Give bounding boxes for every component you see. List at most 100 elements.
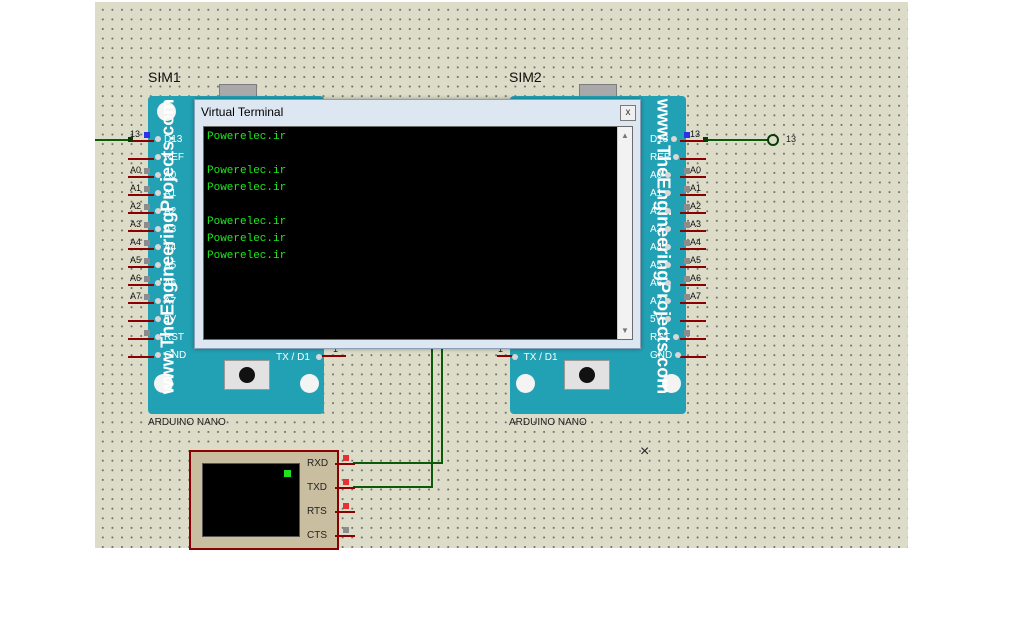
pin-ref: REF	[155, 151, 184, 165]
pin-dot[interactable]	[673, 154, 679, 161]
wire-rxd[interactable]	[353, 462, 443, 464]
pin-dot[interactable]	[675, 352, 682, 359]
pin-state-marker	[343, 503, 349, 509]
pin-lead[interactable]	[680, 158, 706, 160]
tx-pin-lead[interactable]	[322, 355, 346, 357]
scroll-up-icon[interactable]: ▲	[621, 131, 629, 140]
pin-label: A3	[164, 224, 177, 235]
tx-pin-dot[interactable]	[512, 354, 518, 361]
reset-button[interactable]	[564, 360, 610, 390]
pin-dot[interactable]	[155, 226, 161, 233]
pin-dot[interactable]	[665, 208, 672, 215]
reset-button[interactable]	[224, 360, 270, 390]
pin-label: A2	[164, 206, 177, 217]
pin-a0: A0	[155, 169, 176, 183]
pin-lead[interactable]	[128, 320, 154, 322]
pin-lead[interactable]	[680, 230, 706, 232]
pin-label: A6	[164, 278, 177, 289]
pin-dot[interactable]	[665, 262, 672, 269]
pin-lead[interactable]	[128, 356, 154, 358]
pin-lead[interactable]	[680, 176, 706, 178]
pin-lead[interactable]	[128, 230, 154, 232]
close-icon[interactable]: x	[620, 105, 636, 121]
pin-lead[interactable]	[680, 338, 706, 340]
tx-pin-label: TX / D1	[276, 351, 322, 365]
board-part-label: ARDUINO NANO	[148, 417, 226, 428]
pin-label: A0	[650, 170, 663, 181]
probe-label: 13	[786, 134, 797, 144]
pin-lead[interactable]	[128, 284, 154, 286]
pin-dot[interactable]	[155, 172, 161, 179]
terminal-output[interactable]: Powerelec.ir Powerelec.ir Powerelec.ir Powe…	[203, 126, 633, 340]
tx-pin-dot[interactable]	[315, 354, 322, 361]
scrollbar[interactable]: ▲ ▼	[617, 127, 632, 339]
probe-terminal[interactable]	[767, 134, 779, 146]
pin-lead[interactable]	[680, 212, 706, 214]
pin-lead[interactable]	[128, 302, 154, 304]
pin-lead[interactable]	[128, 266, 154, 268]
pin-dot[interactable]	[155, 334, 161, 341]
no-connect-marker[interactable]: ×	[640, 443, 649, 461]
pin-dot[interactable]	[665, 316, 672, 323]
pin-a2: A2	[155, 205, 176, 219]
pin-dot[interactable]	[155, 262, 161, 269]
component-pin-lead[interactable]	[335, 511, 355, 513]
net-label: A3	[130, 219, 142, 229]
pin-lead[interactable]	[128, 194, 154, 196]
pin-a3: A3	[650, 223, 672, 237]
pin-dot[interactable]	[155, 280, 161, 287]
virtual-terminal-window[interactable]: Virtual Terminal x Powerelec.ir Powerelec…	[194, 99, 641, 349]
terminal-line: Powerelec.ir	[207, 233, 287, 245]
pin-lead[interactable]	[128, 338, 154, 340]
pin-a1: A1	[155, 187, 176, 201]
pin-5v: 5V	[650, 313, 672, 327]
pin-lead[interactable]	[128, 212, 154, 214]
pin-dot[interactable]	[155, 136, 161, 143]
pin-dot[interactable]	[155, 244, 161, 251]
pin-lead[interactable]	[680, 320, 706, 322]
pin-lead[interactable]	[680, 266, 706, 268]
net-label: A2	[130, 201, 142, 211]
pin-dot[interactable]	[155, 190, 161, 197]
pin-label: A2	[650, 206, 663, 217]
pin-dot[interactable]	[155, 154, 161, 161]
pin-dot[interactable]	[665, 280, 672, 287]
pin-dot[interactable]	[155, 208, 161, 215]
pin-dot[interactable]	[665, 226, 672, 233]
pin-label: A4	[650, 242, 663, 253]
wire-vertical-txd[interactable]	[431, 347, 433, 487]
pin-lead[interactable]	[128, 176, 154, 178]
pin-dot[interactable]	[671, 136, 678, 143]
d13-wire-right[interactable]	[704, 139, 768, 141]
component-pin-lead[interactable]	[335, 463, 355, 465]
component-pin-lead[interactable]	[335, 487, 355, 489]
pin-label: A0	[164, 170, 177, 181]
pin-dot[interactable]	[665, 244, 672, 251]
pin-lead[interactable]	[680, 248, 706, 250]
scroll-down-icon[interactable]: ▼	[621, 326, 629, 335]
pin-lead[interactable]	[680, 284, 706, 286]
pin-dot[interactable]	[665, 172, 672, 179]
window-title: Virtual Terminal	[201, 105, 284, 119]
pin-label: A1	[650, 188, 663, 199]
component-pin-lead[interactable]	[335, 535, 355, 537]
pin-dot[interactable]	[665, 190, 672, 197]
pin-dot[interactable]	[155, 316, 161, 323]
pin-dot[interactable]	[665, 298, 672, 305]
pin-label: 5V	[650, 314, 663, 325]
wire-vertical-rxd[interactable]	[441, 347, 443, 463]
net-label: A2	[690, 201, 702, 211]
pin-lead[interactable]	[680, 356, 706, 358]
tx-pin-lead[interactable]	[497, 355, 513, 357]
d13-wire-left[interactable]	[95, 139, 129, 141]
pin-lead[interactable]	[680, 302, 706, 304]
pin-lead[interactable]	[128, 158, 154, 160]
pin-dot[interactable]	[155, 298, 161, 305]
pin-dot[interactable]	[155, 352, 161, 359]
pin-lead[interactable]	[680, 194, 706, 196]
wire-txd[interactable]	[353, 486, 433, 488]
pin-dot[interactable]	[673, 334, 679, 341]
pin-lead[interactable]	[128, 248, 154, 250]
terminal-line: Powerelec.ir	[207, 131, 287, 143]
